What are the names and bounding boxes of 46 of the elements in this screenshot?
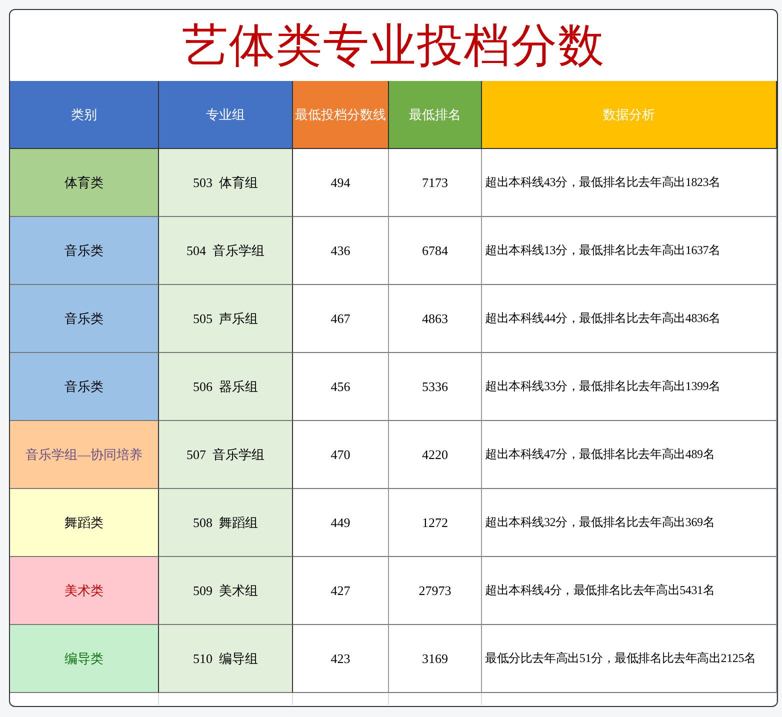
column-header: 数据分析 xyxy=(482,81,777,149)
table-cell: 7173 xyxy=(389,149,482,217)
category-cell: 音乐类 xyxy=(10,217,159,285)
category-cell: 音乐类 xyxy=(10,285,159,353)
table-cell: 1272 xyxy=(389,489,482,557)
table-cell: 6784 xyxy=(389,217,482,285)
table-cell: 4220 xyxy=(389,421,482,489)
table-cell: 超出本科线43分，最低排名比去年高出1823名 xyxy=(482,149,777,217)
category-cell: 音乐类 xyxy=(10,353,159,421)
table-cell: 超出本科线47分，最低排名比去年高出489名 xyxy=(482,421,777,489)
table-cell: 509 美术组 xyxy=(159,557,293,625)
table-cell: 最低分比去年高出51分，最低排名比去年高出2125名 xyxy=(482,625,777,693)
table-cell: 超出本科线13分，最低排名比去年高出1637名 xyxy=(482,217,777,285)
category-cell: 音乐学组—协同培养 xyxy=(10,421,159,489)
table-cell: 27973 xyxy=(389,557,482,625)
column-header: 类别 xyxy=(10,81,159,149)
table-cell: 超出本科线4分，最低排名比去年高出5431名 xyxy=(482,557,777,625)
table-cell: 467 xyxy=(293,285,389,353)
table-cell: 3169 xyxy=(389,625,482,693)
table-cell: 超出本科线44分，最低排名比去年高出4836名 xyxy=(482,285,777,353)
table-cell: 超出本科线32分，最低排名比去年高出369名 xyxy=(482,489,777,557)
table-cell: 507 音乐学组 xyxy=(159,421,293,489)
table-cell: 503 体育组 xyxy=(159,149,293,217)
table-cell: 427 xyxy=(293,557,389,625)
table-cell: 超出本科线33分，最低排名比去年高出1399名 xyxy=(482,353,777,421)
table-cell: 436 xyxy=(293,217,389,285)
category-cell: 编导类 xyxy=(10,625,159,693)
table-title: 艺体类专业投档分数 xyxy=(181,18,606,72)
category-cell: 美术类 xyxy=(10,557,159,625)
category-cell: 体育类 xyxy=(10,149,159,217)
column-header: 最低排名 xyxy=(389,81,482,149)
table-cell: 5336 xyxy=(389,353,482,421)
table-cell: 470 xyxy=(293,421,389,489)
table-cell: 423 xyxy=(293,625,389,693)
category-cell: 舞蹈类 xyxy=(10,489,159,557)
table-cell: 456 xyxy=(293,353,389,421)
table-cell: 449 xyxy=(293,489,389,557)
table-cell: 505 声乐组 xyxy=(159,285,293,353)
table-cell: 4863 xyxy=(389,285,482,353)
table-cell: 510 编导组 xyxy=(159,625,293,693)
table-cell: 506 器乐组 xyxy=(159,353,293,421)
table-cell: 508 舞蹈组 xyxy=(159,489,293,557)
table-cell: 504 音乐学组 xyxy=(159,217,293,285)
column-header: 专业组 xyxy=(159,81,293,149)
column-header: 最低投档分数线 xyxy=(293,81,389,149)
table-cell: 494 xyxy=(293,149,389,217)
